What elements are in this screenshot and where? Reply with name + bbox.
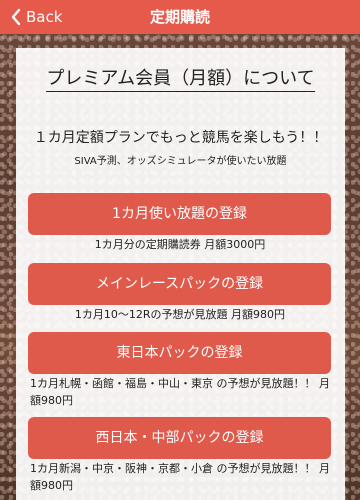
monthly-unlimited-description: 1カ月分の定期購読券 月額3000円 [94,238,266,251]
page-heading-text: プレミアム会員（月額）について [46,68,315,92]
east-japan-pack-button[interactable]: 東日本パックの登録 [28,332,331,374]
west-central-pack-description: 1カ月新潟・中京・阪神・京都・小倉 の予想が見放題！！ 月額980円 [30,462,330,492]
nav-title: 定期購読 [149,8,210,26]
tagline: １カ月定額プランでもっと競馬を楽しもう！！ [33,130,328,146]
page-heading: プレミアム会員（月額）について [16,64,345,92]
feature-note: SIVA予測、オッズシミュレータが使いたい放題 [74,156,287,167]
navigation-bar: Back 定期購読 [0,0,360,34]
main-race-pack-button[interactable]: メインレースパックの登録 [28,263,331,305]
east-japan-pack-description: 1カ月札幌・函館・福島・中山・東京 の予想が見放題！！ 月額980円 [30,377,330,407]
main-race-pack-description: 1カ月10〜12Rの予想が見放題 月額980円 [74,308,286,321]
west-central-pack-button[interactable]: 西日本・中部パックの登録 [28,417,331,459]
content-panel: プレミアム会員（月額）について １カ月定額プランでもっと競馬を楽しもう！！ SI… [16,48,345,500]
monthly-unlimited-button[interactable]: 1カ月使い放題の登録 [28,193,331,235]
